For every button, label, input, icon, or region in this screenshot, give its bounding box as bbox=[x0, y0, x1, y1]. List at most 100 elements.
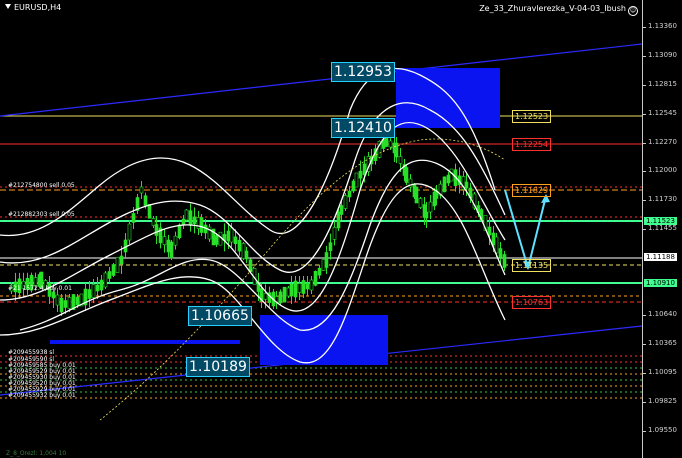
axis-tick bbox=[643, 143, 646, 144]
axis-label: 1.09550 bbox=[648, 426, 677, 434]
candle bbox=[297, 283, 302, 293]
candle bbox=[418, 198, 423, 208]
candle bbox=[321, 259, 326, 271]
candle bbox=[147, 204, 152, 219]
axis-label: 1.11730 bbox=[648, 195, 677, 203]
level-tag-111829: 1.11829 bbox=[512, 184, 552, 197]
candle bbox=[351, 180, 356, 192]
candle bbox=[449, 168, 454, 182]
axis-tick bbox=[643, 85, 646, 86]
candle bbox=[63, 300, 68, 308]
candle bbox=[95, 284, 100, 292]
candle bbox=[414, 186, 419, 204]
order-label: #209455938 sl bbox=[8, 349, 55, 356]
demand-zone-box[interactable] bbox=[260, 315, 388, 365]
level-tag-112523: 1.12523 bbox=[512, 110, 552, 123]
axis-tick bbox=[643, 27, 646, 28]
footer-indicator-text: Z_8_Orezl: 1,004 10 bbox=[6, 450, 67, 457]
candle bbox=[87, 289, 92, 299]
candle bbox=[184, 209, 189, 221]
candle bbox=[282, 286, 287, 303]
axis-tick bbox=[643, 373, 646, 374]
axis-label: 1.11455 bbox=[648, 224, 677, 232]
candle bbox=[394, 142, 399, 158]
dropdown-triangle-icon bbox=[5, 4, 11, 9]
candle bbox=[151, 218, 156, 226]
candle bbox=[244, 250, 249, 260]
axis-tick bbox=[643, 171, 646, 172]
candle bbox=[398, 156, 403, 164]
axis-tick bbox=[643, 344, 646, 345]
smiley-icon: ☺ bbox=[628, 6, 638, 16]
candle bbox=[498, 248, 503, 258]
axis-label: 1.10365 bbox=[648, 339, 677, 347]
candle bbox=[59, 297, 64, 313]
candle bbox=[111, 264, 116, 276]
candle bbox=[166, 239, 171, 253]
candle bbox=[404, 167, 409, 183]
level-tag-110763: 1.10763 bbox=[512, 296, 552, 309]
chart-window[interactable]: EURUSD,H4 Ze_33_Zhuravlerezka_V-04-03_Ib… bbox=[0, 0, 682, 458]
candle bbox=[173, 235, 178, 246]
support-bar bbox=[50, 340, 240, 344]
candle bbox=[127, 223, 132, 241]
candle bbox=[502, 254, 507, 268]
candle bbox=[181, 218, 186, 226]
axis-label: 1.13360 bbox=[648, 22, 677, 30]
axis-label: 1.12000 bbox=[648, 166, 677, 174]
candle bbox=[494, 236, 499, 254]
indicator-title: Ze_33_Zhuravlerezka_V-04-03_Ibush ☺ bbox=[479, 4, 638, 16]
candle bbox=[347, 190, 352, 198]
candle bbox=[229, 227, 234, 243]
axis-tick bbox=[643, 114, 646, 115]
candle bbox=[317, 267, 322, 276]
candle bbox=[324, 252, 329, 268]
price-chart-area[interactable] bbox=[0, 0, 642, 458]
candle bbox=[358, 170, 363, 179]
axis-tick bbox=[643, 402, 646, 403]
level-tag-112254: 1.12254 bbox=[512, 138, 552, 151]
symbol-title: EURUSD,H4 bbox=[5, 3, 61, 12]
candle bbox=[293, 280, 298, 298]
axis-label: 1.12545 bbox=[648, 109, 677, 117]
candle bbox=[115, 257, 120, 273]
upper-trendline[interactable] bbox=[0, 43, 642, 117]
candle bbox=[51, 291, 56, 299]
candle bbox=[354, 172, 359, 188]
candle bbox=[263, 293, 268, 300]
axis-label: 1.13090 bbox=[648, 51, 677, 59]
candle bbox=[169, 241, 174, 259]
candle bbox=[75, 296, 80, 306]
price-axis[interactable]: 1.13360 1.13090 1.12815 1.12545 1.12270 … bbox=[642, 0, 682, 458]
candle bbox=[119, 255, 124, 265]
candle bbox=[464, 181, 469, 189]
level-tag-111135: 1.11135 bbox=[512, 259, 552, 272]
candle bbox=[233, 236, 238, 245]
candle bbox=[309, 279, 314, 291]
candle bbox=[289, 283, 294, 297]
supply-zone-box[interactable] bbox=[396, 68, 500, 128]
candle bbox=[424, 211, 429, 219]
band-line bbox=[0, 102, 506, 273]
order-label: #21 1572.4 buy 0.01 bbox=[8, 285, 72, 292]
candle bbox=[226, 230, 231, 242]
order-label: #209455932 buy 0.01 bbox=[8, 392, 76, 399]
axis-tick bbox=[643, 56, 646, 57]
candle bbox=[103, 272, 108, 288]
candle bbox=[336, 211, 341, 229]
axis-tick bbox=[643, 229, 646, 230]
candle bbox=[131, 213, 136, 223]
candle bbox=[67, 297, 72, 309]
label-low: 1.10189 bbox=[186, 357, 250, 377]
bid-price-tag: 1.11188 bbox=[644, 253, 677, 261]
band-line bbox=[19, 159, 506, 331]
candle bbox=[487, 226, 492, 236]
candle bbox=[241, 243, 246, 259]
candle bbox=[305, 282, 310, 290]
candle bbox=[139, 186, 144, 194]
candle bbox=[162, 236, 167, 245]
candle bbox=[188, 210, 193, 225]
axis-tick bbox=[643, 315, 646, 316]
candle bbox=[339, 205, 344, 215]
candle bbox=[328, 242, 333, 251]
